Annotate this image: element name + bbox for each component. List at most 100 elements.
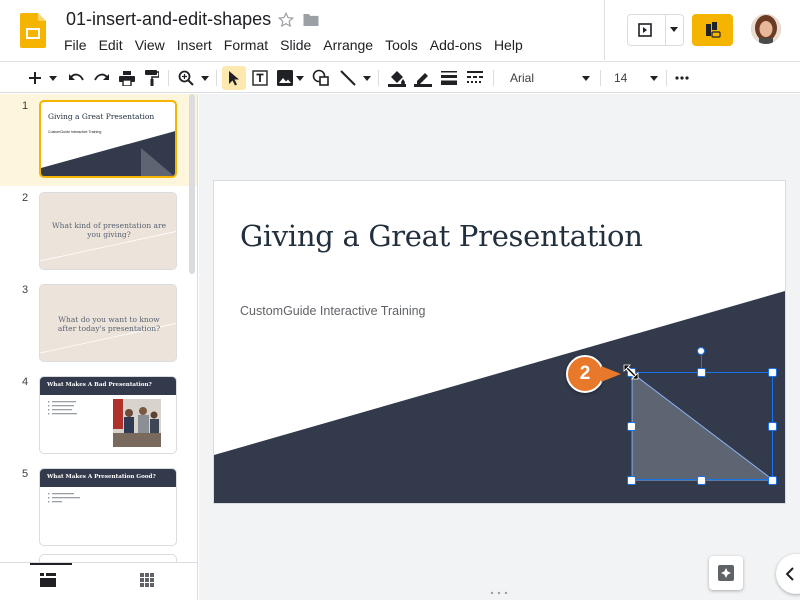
filmstrip-slide-2[interactable]: 2 What kind of presentation are you givi… — [0, 186, 190, 276]
explore-button[interactable] — [709, 556, 743, 590]
filmstrip-slide-3[interactable]: 3 What do you want to know after today's… — [0, 278, 190, 368]
filmstrip-slide-5[interactable]: 5 What Makes A Presentation Good? — [0, 462, 190, 552]
slide-subtitle[interactable]: CustomGuide Interactive Training — [240, 304, 426, 318]
text-box-icon[interactable] — [249, 66, 271, 90]
present-icon — [638, 23, 652, 37]
thumbnail-bullets — [48, 493, 80, 503]
slide-thumbnail[interactable]: Giving a Great Presentation CustomGuide … — [39, 100, 177, 178]
redo-icon[interactable] — [92, 66, 112, 90]
image-dropdown-icon[interactable] — [294, 66, 306, 90]
resize-handle-right[interactable] — [768, 422, 777, 431]
toolbar: Arial 14 — [0, 61, 800, 93]
resize-handle-left[interactable] — [627, 422, 636, 431]
menu-edit[interactable]: Edit — [93, 36, 129, 54]
thumbnail-title: What kind of presentation are you giving… — [51, 221, 167, 239]
share-icon — [704, 21, 722, 39]
side-panel-toggle[interactable] — [776, 554, 800, 594]
border-dash-icon[interactable] — [464, 66, 486, 90]
rotation-handle[interactable] — [697, 347, 705, 355]
paint-format-icon[interactable] — [142, 66, 162, 90]
menu-addons[interactable]: Add-ons — [424, 36, 488, 54]
line-icon[interactable] — [337, 66, 359, 90]
filmstrip-slide-4[interactable]: 4 What Makes A Bad Presentation? — [0, 370, 190, 460]
resize-handle-bottom[interactable] — [697, 476, 706, 485]
menu-arrange[interactable]: Arrange — [317, 36, 379, 54]
app-header: 01-insert-and-edit-shapes File Edit View… — [0, 0, 800, 60]
chevron-down-icon[interactable] — [670, 27, 678, 33]
more-options-icon[interactable] — [672, 66, 692, 90]
filmstrip-footer — [0, 562, 197, 600]
slide-number: 1 — [22, 100, 29, 112]
grid-view-icon[interactable] — [140, 573, 154, 587]
star-icon[interactable] — [277, 11, 295, 29]
toolbar-separator — [600, 70, 601, 86]
font-size-value: 14 — [614, 71, 628, 85]
thumbnail-title: Giving a Great Presentation — [48, 112, 155, 121]
select-tool-button[interactable] — [222, 66, 246, 90]
toolbar-separator — [168, 70, 169, 86]
explore-icon — [718, 565, 734, 581]
resize-handle-bottom-right[interactable] — [768, 476, 777, 485]
slide-number: 4 — [22, 376, 29, 388]
line-dropdown-icon[interactable] — [361, 66, 373, 90]
fill-color-icon[interactable] — [386, 66, 408, 90]
menu-help[interactable]: Help — [488, 36, 529, 54]
menu-view[interactable]: View — [129, 36, 171, 54]
filmstrip-view-icon[interactable] — [40, 573, 56, 587]
present-button[interactable] — [627, 14, 684, 46]
new-slide-button[interactable] — [24, 66, 46, 90]
slide-number: 2 — [22, 192, 29, 204]
toolbar-separator — [378, 70, 379, 86]
toolbar-separator — [493, 70, 494, 86]
slide-filmstrip: 1 Giving a Great Presentation CustomGuid… — [0, 94, 198, 600]
filmstrip-slide-1[interactable]: 1 Giving a Great Presentation CustomGuid… — [0, 94, 197, 186]
canvas-bottom-handle-icon[interactable] — [489, 591, 509, 595]
thumbnail-title: What do you want to know after today's p… — [57, 315, 161, 333]
resize-handle-top-right[interactable] — [768, 368, 777, 377]
shape-icon[interactable] — [310, 66, 332, 90]
slides-logo-icon[interactable] — [20, 13, 46, 48]
print-icon[interactable] — [117, 66, 137, 90]
resize-cursor-icon — [623, 364, 639, 380]
slide-thumbnail[interactable]: What kind of presentation are you giving… — [39, 192, 177, 270]
zoom-icon[interactable] — [176, 66, 196, 90]
menu-insert[interactable]: Insert — [171, 36, 218, 54]
active-view-indicator — [30, 563, 72, 565]
menu-bar: File Edit View Insert Format Slide Arran… — [58, 36, 529, 54]
callout-pointer — [601, 366, 621, 382]
border-weight-icon[interactable] — [438, 66, 460, 90]
slide-thumbnail[interactable]: What do you want to know after today's p… — [39, 284, 177, 362]
font-family-select[interactable]: Arial — [500, 66, 596, 90]
menu-slide[interactable]: Slide — [274, 36, 317, 54]
share-button[interactable] — [692, 14, 733, 46]
new-slide-dropdown-icon[interactable] — [46, 66, 60, 90]
font-size-select[interactable]: 14 — [604, 66, 664, 90]
document-title[interactable]: 01-insert-and-edit-shapes — [66, 9, 271, 30]
toolbar-separator — [666, 70, 667, 86]
filmstrip-scrollbar[interactable] — [189, 94, 195, 274]
folder-icon[interactable] — [302, 12, 320, 28]
toolbar-separator — [216, 70, 217, 86]
slide-title[interactable]: Giving a Great Presentation — [240, 219, 643, 253]
menu-tools[interactable]: Tools — [379, 36, 424, 54]
header-divider — [604, 0, 605, 60]
thumbnail-title: What Makes A Presentation Good? — [47, 474, 156, 480]
thumbnail-bullets — [48, 401, 77, 415]
avatar[interactable] — [751, 14, 781, 44]
image-icon[interactable] — [274, 66, 296, 90]
menu-format[interactable]: Format — [218, 36, 274, 54]
resize-handle-bottom-left[interactable] — [627, 476, 636, 485]
selection-box — [631, 372, 773, 480]
slide-thumbnail[interactable]: What Makes A Bad Presentation? — [39, 376, 177, 454]
zoom-dropdown-icon[interactable] — [198, 66, 212, 90]
chevron-left-icon — [786, 567, 794, 581]
present-divider — [665, 15, 666, 45]
font-family-value: Arial — [510, 71, 535, 85]
thumbnail-photo — [113, 399, 161, 447]
resize-handle-top[interactable] — [697, 368, 706, 377]
slide-thumbnail[interactable]: What Makes A Presentation Good? — [39, 468, 177, 546]
menu-file[interactable]: File — [58, 36, 93, 54]
border-color-icon[interactable] — [412, 66, 434, 90]
editor-canvas[interactable]: Giving a Great Presentation CustomGuide … — [199, 94, 800, 600]
undo-icon[interactable] — [66, 66, 86, 90]
